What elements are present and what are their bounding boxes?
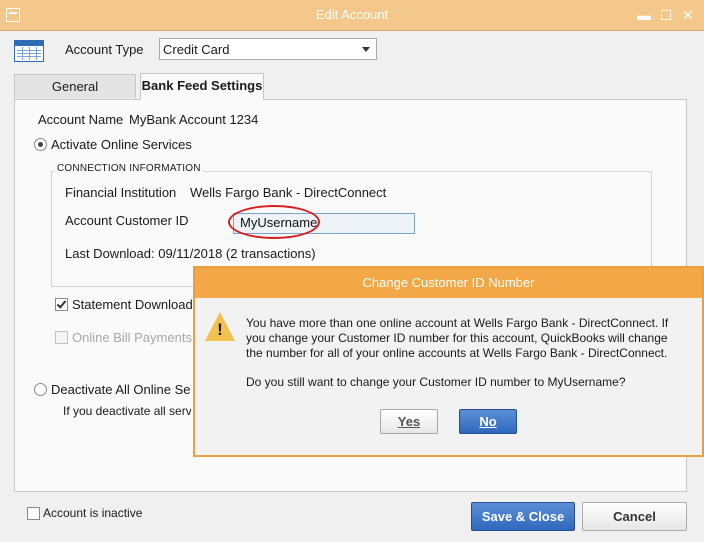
- account-name-label: Account Name: [38, 112, 124, 127]
- dialog-message-line: the number for all of your online accoun…: [246, 346, 668, 360]
- connection-information-title: CONNECTION INFORMATION: [55, 163, 203, 174]
- red-annotation-circle: [228, 205, 320, 239]
- account-inactive-label[interactable]: Account is inactive: [43, 506, 142, 520]
- financial-institution-label: Financial Institution: [65, 185, 177, 200]
- no-button-label: No: [479, 414, 497, 429]
- maximize-icon[interactable]: ☐: [658, 7, 674, 23]
- window-title: Edit Account: [315, 7, 389, 22]
- account-type-value: Credit Card: [163, 42, 230, 57]
- window-titlebar: Edit Account ▬ ☐ ✕: [0, 0, 704, 31]
- statement-downloads-label[interactable]: Statement Downloads: [72, 297, 199, 312]
- no-button[interactable]: No: [459, 409, 517, 434]
- minimize-icon[interactable]: ▬: [636, 7, 652, 23]
- deactivate-online-services-label[interactable]: Deactivate All Online Servi: [51, 382, 191, 397]
- account-type-select[interactable]: Credit Card: [159, 38, 377, 60]
- customer-id-label: Account Customer ID: [65, 213, 189, 228]
- activate-online-services-radio[interactable]: [34, 138, 47, 151]
- activate-online-services-label[interactable]: Activate Online Services: [51, 137, 192, 152]
- last-download-text: Last Download: 09/11/2018 (2 transaction…: [65, 246, 316, 261]
- account-inactive-checkbox[interactable]: [27, 507, 40, 520]
- save-and-close-button[interactable]: Save & Close: [471, 502, 575, 531]
- deactivate-note: If you deactivate all serv: [63, 404, 191, 418]
- yes-button-label: Yes: [397, 414, 421, 429]
- warning-exclamation: !: [217, 320, 223, 339]
- account-register-icon: [14, 40, 44, 62]
- cancel-button[interactable]: Cancel: [582, 502, 687, 531]
- yes-button[interactable]: Yes: [380, 409, 438, 434]
- close-icon[interactable]: ✕: [680, 7, 696, 23]
- dialog-message-line: You have more than one online account at…: [246, 316, 669, 330]
- dialog-message-line: you change your Customer ID number for t…: [246, 331, 668, 345]
- financial-institution-value: Wells Fargo Bank - DirectConnect: [190, 185, 387, 200]
- online-bill-payments-label: Online Bill Payments: [72, 330, 192, 345]
- tab-bank-feed-settings[interactable]: Bank Feed Settings: [140, 73, 264, 100]
- deactivate-online-services-radio[interactable]: [34, 383, 47, 396]
- change-customer-id-dialog: Change Customer ID Number ! You have mor…: [193, 266, 704, 457]
- chevron-down-icon: [362, 47, 370, 52]
- tab-general[interactable]: General: [14, 74, 136, 98]
- account-type-label: Account Type: [65, 42, 144, 57]
- statement-downloads-checkbox[interactable]: [55, 298, 68, 311]
- dialog-title: Change Customer ID Number: [195, 268, 702, 298]
- online-bill-payments-checkbox: [55, 331, 68, 344]
- account-name-value: MyBank Account 1234: [129, 112, 259, 127]
- dialog-question: Do you still want to change your Custome…: [246, 375, 626, 389]
- dialog-message: You have more than one online account at…: [246, 316, 696, 390]
